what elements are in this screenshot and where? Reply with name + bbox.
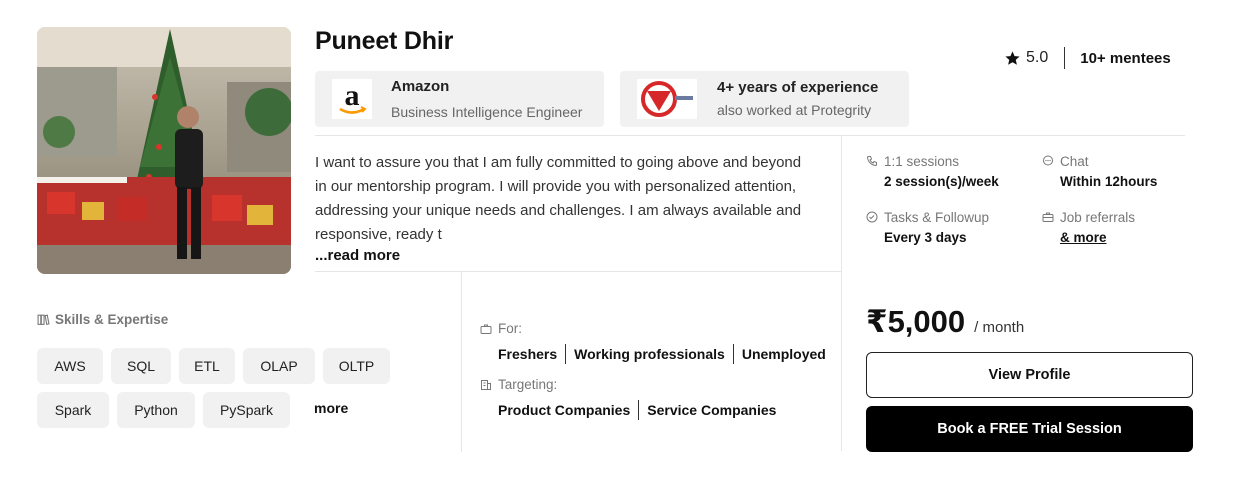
divider [841,136,842,451]
skill-chip[interactable]: ETL [179,348,235,384]
skill-chip[interactable]: OLTP [323,348,390,384]
skill-chip[interactable]: OLAP [243,348,315,384]
company-name: Amazon [391,78,450,95]
protegrity-logo [637,79,697,119]
skill-chip[interactable]: PySpark [203,392,290,428]
target-tag: Service Companies [647,402,777,418]
more-skills-link[interactable]: more [314,400,348,416]
referrals-label: Job referrals [1060,209,1136,225]
building-icon [481,379,491,390]
target-tag: Product Companies [498,402,631,418]
divider [1064,47,1066,69]
skill-chip[interactable]: Python [117,392,195,428]
book-trial-button[interactable]: Book a FREE Trial Session [866,406,1193,452]
audience-tag: Unemployed [741,346,826,362]
feature-referrals: Job referrals & more [1042,208,1135,245]
svg-text:a: a [345,81,360,112]
experience-title: 4+ years of experience [717,79,879,96]
skill-chip[interactable]: AWS [37,348,103,384]
for-label: For: [498,321,523,336]
briefcase-icon [1042,212,1054,222]
targeting-label: Targeting: [498,377,558,392]
sessions-label: 1:1 sessions [884,153,960,169]
skill-chip[interactable]: Spark [37,392,109,428]
divider [315,271,841,272]
experience-card: 4+ years of experience also worked at Pr… [620,71,909,127]
current-company-card: a Amazon Business Intelligence Engineer [315,71,604,127]
targeting: Targeting: Product Companies Service Com… [480,377,776,420]
chat-icon [1043,155,1053,166]
price-period: / month [974,319,1025,336]
tasks-label: Tasks & Followup [884,209,990,225]
chat-label: Chat [1060,153,1089,169]
tasks-value: Every 3 days [884,230,967,245]
star-icon [1005,50,1020,65]
job-role: Business Intelligence Engineer [391,104,583,120]
mentor-photo [37,27,291,274]
books-icon [37,314,50,326]
skill-chip[interactable]: SQL [111,348,171,384]
mentor-bio: I want to assure you that I am fully com… [315,154,802,243]
sessions-value: 2 session(s)/week [884,174,999,189]
rating-value: 5.0 [1026,49,1049,66]
for-audience: For: Freshers Working professionals Unem… [480,321,826,364]
price: ₹5,000 / month [866,304,1024,340]
divider [315,135,1185,136]
referrals-more-link[interactable]: & more [1060,230,1135,245]
mentees-count: 10+ mentees [1080,49,1171,67]
briefcase-icon [480,324,492,334]
mentor-name: Puneet Dhir [315,27,454,55]
rating-summary: 5.0 10+ mentees [1004,47,1171,69]
skills-heading-label: Skills & Expertise [55,312,169,327]
divider [461,272,462,452]
amazon-logo: a [332,79,372,119]
price-amount: ₹5,000 [866,304,966,339]
skills-heading: Skills & Expertise [37,312,168,327]
divider [638,400,640,420]
view-profile-button[interactable]: View Profile [866,352,1193,398]
read-more-link[interactable]: ...read more [315,247,400,264]
audience-tag: Freshers [498,346,558,362]
feature-chat: Chat Within 12hours [1042,152,1157,189]
audience-tag: Working professionals [574,346,725,362]
phone-icon [866,156,877,167]
divider [732,344,734,364]
chat-value: Within 12hours [1060,174,1158,189]
feature-sessions: 1:1 sessions 2 session(s)/week [866,152,999,189]
feature-tasks: Tasks & Followup Every 3 days [866,208,989,245]
divider [565,344,567,364]
previous-company: also worked at Protegrity [717,102,872,118]
check-circle-icon [866,211,878,223]
